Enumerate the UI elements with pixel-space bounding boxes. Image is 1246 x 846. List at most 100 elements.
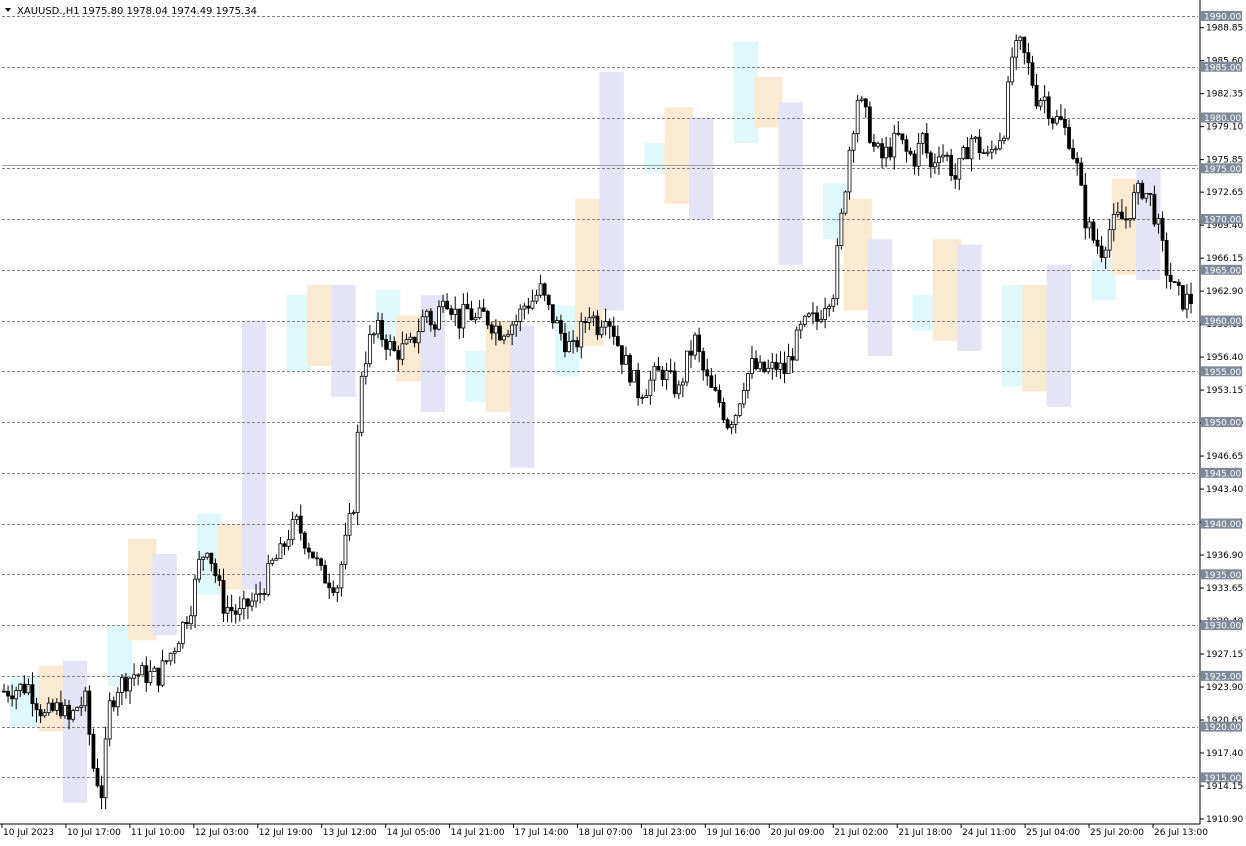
candle-body bbox=[420, 316, 425, 332]
candle-body bbox=[172, 651, 177, 654]
candle-body bbox=[847, 149, 852, 193]
candle-body bbox=[95, 767, 100, 787]
candle-body bbox=[904, 139, 909, 152]
candle-body bbox=[193, 578, 197, 617]
candle-body bbox=[579, 321, 584, 348]
candle-body bbox=[1046, 96, 1051, 119]
candle-body bbox=[1075, 158, 1080, 164]
zone-orange bbox=[306, 285, 336, 367]
zone-orange bbox=[754, 76, 783, 128]
candle-body bbox=[831, 298, 836, 307]
candle-body bbox=[319, 558, 323, 566]
time-tick-label: 12 Jul 03:00 bbox=[195, 828, 249, 838]
candle-body bbox=[221, 580, 226, 614]
level-price-tag-label: 1925.00 bbox=[1204, 672, 1241, 682]
candle-body bbox=[591, 315, 596, 319]
candle-body bbox=[1030, 62, 1035, 86]
candle-body bbox=[880, 143, 884, 159]
candle-body bbox=[372, 333, 376, 336]
candle-body bbox=[774, 361, 779, 370]
candle-body bbox=[798, 323, 803, 331]
time-tick-label: 26 Jul 13:00 bbox=[1154, 828, 1208, 838]
candle-body bbox=[644, 395, 649, 398]
level-price-tag-label: 1935.00 bbox=[1204, 571, 1241, 581]
candle-body bbox=[38, 709, 43, 717]
candle-body bbox=[957, 158, 962, 180]
candle-body bbox=[408, 336, 413, 340]
candle-body bbox=[266, 562, 271, 595]
candle-body bbox=[412, 336, 417, 344]
candle-body bbox=[542, 283, 547, 296]
chart-area[interactable]: 1988.85 1985.60 1982.35 1979.10 1975.85 1972.… bbox=[0, 0, 1246, 842]
candle-body bbox=[583, 321, 588, 324]
candle-body bbox=[485, 311, 490, 326]
candle-body bbox=[205, 552, 210, 558]
candlestick-chart[interactable]: 1988.851985.601982.351979.101975.851972.… bbox=[0, 0, 1246, 842]
candle-body bbox=[855, 100, 860, 135]
candle-body bbox=[201, 556, 206, 560]
candle-body bbox=[156, 667, 161, 686]
candle-body bbox=[697, 334, 702, 352]
candle-body bbox=[1136, 182, 1141, 194]
level-price-tag-label: 1945.00 bbox=[1204, 469, 1241, 479]
candle-body bbox=[920, 133, 925, 144]
candle-body bbox=[481, 307, 486, 312]
price-tick-label: 1953.15 bbox=[1206, 386, 1243, 396]
time-tick-label: 14 Jul 05:00 bbox=[387, 828, 441, 838]
candle-body bbox=[762, 361, 767, 373]
candle-body bbox=[217, 575, 222, 581]
candle-body bbox=[79, 705, 84, 708]
candle-body bbox=[823, 308, 828, 320]
candle-body bbox=[859, 98, 864, 101]
candle-body bbox=[961, 147, 966, 160]
candle-body bbox=[1124, 218, 1128, 221]
candle-body bbox=[1022, 36, 1027, 54]
candle-body bbox=[595, 315, 600, 336]
candle-body bbox=[359, 375, 364, 433]
candle-body bbox=[607, 321, 612, 327]
candle-body bbox=[640, 397, 645, 399]
candle-body bbox=[258, 592, 262, 595]
candle-body bbox=[1054, 116, 1059, 124]
candle-body bbox=[449, 308, 454, 315]
candle-body bbox=[754, 358, 758, 370]
time-tick-label: 10 Jul 2023 bbox=[3, 828, 54, 838]
candle-body bbox=[611, 325, 616, 337]
candle-body bbox=[457, 308, 462, 329]
candle-body bbox=[107, 700, 112, 740]
candle-body bbox=[376, 319, 380, 335]
candle-body bbox=[327, 582, 332, 589]
zone-lavender bbox=[331, 285, 356, 397]
candle-body bbox=[867, 106, 872, 143]
candle-body bbox=[989, 149, 994, 153]
time-tick-label: 18 Jul 23:00 bbox=[642, 828, 696, 838]
candle-body bbox=[91, 733, 96, 769]
candle-body bbox=[278, 543, 283, 559]
candle-body bbox=[685, 350, 689, 383]
time-tick-label: 19 Jul 16:00 bbox=[706, 828, 760, 838]
candle-body bbox=[128, 677, 132, 692]
candle-body bbox=[493, 325, 498, 334]
candle-body bbox=[404, 339, 409, 345]
candle-body bbox=[1144, 193, 1149, 199]
candle-body bbox=[802, 315, 807, 325]
candle-body bbox=[1026, 52, 1031, 64]
candle-body bbox=[664, 370, 669, 380]
candle-body bbox=[144, 665, 149, 683]
candle-body bbox=[323, 565, 328, 584]
candle-body bbox=[514, 321, 519, 326]
candle-body bbox=[1010, 56, 1015, 83]
candle-body bbox=[432, 324, 437, 330]
candle-body bbox=[624, 355, 628, 365]
time-tick-label: 25 Jul 04:00 bbox=[1026, 828, 1080, 838]
candle-body bbox=[782, 362, 787, 375]
candle-body bbox=[575, 340, 580, 348]
candle-body bbox=[164, 660, 169, 663]
candle-body bbox=[311, 551, 315, 559]
candle-body bbox=[563, 332, 567, 353]
candle-body bbox=[1050, 117, 1055, 124]
price-tick-label: 1966.15 bbox=[1206, 254, 1243, 264]
time-tick-label: 14 Jul 21:00 bbox=[451, 828, 505, 838]
candle-body bbox=[388, 341, 393, 350]
candle-body bbox=[937, 156, 941, 164]
